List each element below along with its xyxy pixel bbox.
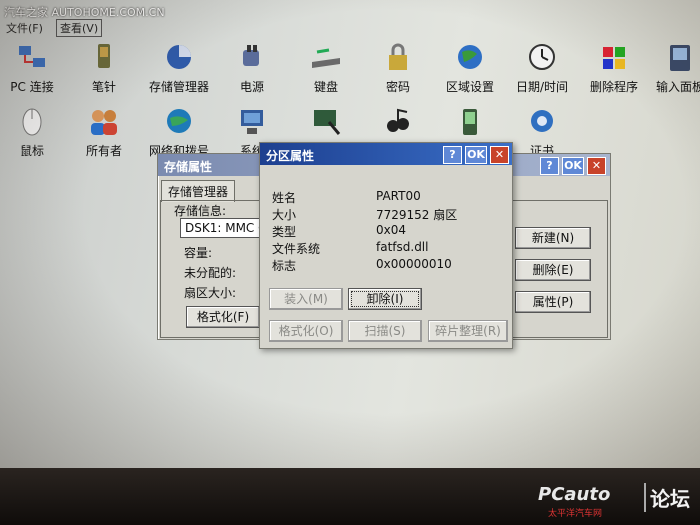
item-label: 键盘	[313, 80, 338, 94]
mouse-icon	[15, 106, 49, 138]
device-select[interactable]: DSK1: MMC C	[180, 218, 264, 238]
item-label: 所有者	[85, 144, 122, 158]
input-panel-icon	[663, 42, 697, 74]
storage-manager-icon	[162, 42, 196, 74]
ok-button[interactable]: OK	[465, 146, 487, 164]
keyboard-icon	[309, 42, 343, 74]
partition-dialog-titlebar: 分区属性 ? OK ✕	[260, 143, 512, 165]
field-label-type: 类型	[272, 225, 297, 239]
unallocated-label: 未分配的:	[184, 266, 237, 280]
partition-properties-button[interactable]: 属性(P)	[515, 291, 591, 313]
field-label-size: 大小	[272, 208, 297, 222]
control-panel-item-mouse[interactable]: 鼠标	[0, 106, 70, 159]
pda-icon	[453, 106, 487, 138]
item-label: 日期/时间	[515, 80, 569, 94]
item-label: 鼠标	[19, 144, 44, 158]
stylus-icon	[87, 42, 121, 74]
control-panel-item-certificates[interactable]: 证书	[504, 106, 580, 159]
item-label: 存储管理器	[148, 80, 209, 94]
field-label-name: 姓名	[272, 191, 297, 205]
control-panel-item-sounds[interactable]	[360, 106, 436, 142]
control-panel-item-input-panel[interactable]: 输入面板	[642, 42, 700, 95]
date-time-icon	[525, 42, 559, 74]
field-label-flags: 标志	[272, 259, 297, 273]
control-panel-item-pc-connection[interactable]: PC 连接	[0, 42, 70, 95]
device-screen: 汽车之家 AUTOHOME.COM.CN 文件(F) 查看(V) PC 连接 笔…	[0, 0, 700, 470]
field-value-name: PART00	[376, 189, 421, 203]
defrag-button[interactable]: 碎片整理(R)	[428, 320, 508, 342]
control-panel-item-pda[interactable]	[432, 106, 508, 142]
item-label: 密码	[385, 80, 410, 94]
unmount-button[interactable]: 卸除(I)	[348, 288, 422, 310]
control-panel-item-network-dialup[interactable]: 网络和拨号	[141, 106, 217, 159]
item-label: PC 连接	[10, 80, 54, 94]
scan-button[interactable]: 扫描(S)	[348, 320, 422, 342]
control-panel-item-owner[interactable]: 所有者	[66, 106, 142, 159]
control-panel-item-power[interactable]: 电源	[214, 42, 290, 95]
forum-label: 论坛	[644, 483, 690, 512]
item-label: 输入面板	[655, 80, 700, 94]
close-button[interactable]: ✕	[587, 157, 606, 175]
control-panel-item-regional-settings[interactable]: 区域设置	[432, 42, 508, 95]
display-icon	[309, 106, 343, 138]
remove-programs-icon	[597, 42, 631, 74]
field-label-filesystem: 文件系统	[272, 242, 321, 256]
pcauto-logo: PCauto	[538, 484, 611, 505]
item-label: 区域设置	[445, 80, 494, 94]
sounds-icon	[381, 106, 415, 138]
storage-window-title: 存储属性	[164, 160, 213, 174]
format-button[interactable]: 格式化(F)	[186, 306, 260, 328]
mount-button[interactable]: 装入(M)	[269, 288, 343, 310]
partition-dialog-title: 分区属性	[266, 149, 315, 163]
field-value-type: 0x04	[376, 223, 407, 237]
help-button[interactable]: ?	[443, 146, 462, 164]
field-value-filesystem: fatfsd.dll	[376, 240, 429, 254]
menu-file[interactable]: 文件(F)	[6, 20, 43, 36]
control-panel-item-stylus[interactable]: 笔针	[66, 42, 142, 95]
help-button[interactable]: ?	[540, 157, 559, 175]
storage-info-label: 存储信息:	[174, 204, 227, 218]
delete-partition-button[interactable]: 删除(E)	[515, 259, 591, 281]
close-button[interactable]: ✕	[490, 146, 509, 164]
menu-bar: 文件(F) 查看(V)	[0, 18, 700, 37]
pc-connection-icon	[15, 42, 49, 74]
sector-size-label: 扇区大小:	[184, 286, 237, 300]
item-label: 笔针	[91, 80, 116, 94]
ok-button[interactable]: OK	[562, 157, 584, 175]
control-panel-item-remove-programs[interactable]: 删除程序	[576, 42, 652, 95]
control-panel-item-password[interactable]: 密码	[360, 42, 436, 95]
control-panel-item-date-time[interactable]: 日期/时间	[504, 42, 580, 95]
owner-icon	[87, 106, 121, 138]
field-value-size: 7729152 扇区	[376, 208, 458, 222]
password-lock-icon	[381, 42, 415, 74]
item-label: 删除程序	[589, 80, 638, 94]
control-panel-item-keyboard[interactable]: 键盘	[288, 42, 364, 95]
device-select-value: DSK1: MMC C	[185, 221, 264, 235]
tab-storage-manager[interactable]: 存储管理器	[161, 180, 236, 202]
control-panel-item-display[interactable]	[288, 106, 364, 142]
system-icon	[235, 106, 269, 138]
field-value-flags: 0x00000010	[376, 257, 452, 271]
item-label: 电源	[239, 80, 264, 94]
format-partition-button[interactable]: 格式化(O)	[269, 320, 343, 342]
new-partition-button[interactable]: 新建(N)	[515, 227, 591, 249]
pcauto-subtitle: 太平洋汽车网	[548, 509, 603, 519]
network-dialup-icon	[162, 106, 196, 138]
regional-settings-icon	[453, 42, 487, 74]
menu-view[interactable]: 查看(V)	[56, 19, 103, 37]
certificates-icon	[525, 106, 559, 138]
capacity-label: 容量:	[184, 246, 213, 260]
power-icon	[235, 42, 269, 74]
control-panel-item-storage-manager[interactable]: 存储管理器	[141, 42, 217, 95]
partition-properties-dialog: 分区属性 ? OK ✕ 姓名 PART00 大小 7729152 扇区 类型 0…	[259, 142, 513, 349]
